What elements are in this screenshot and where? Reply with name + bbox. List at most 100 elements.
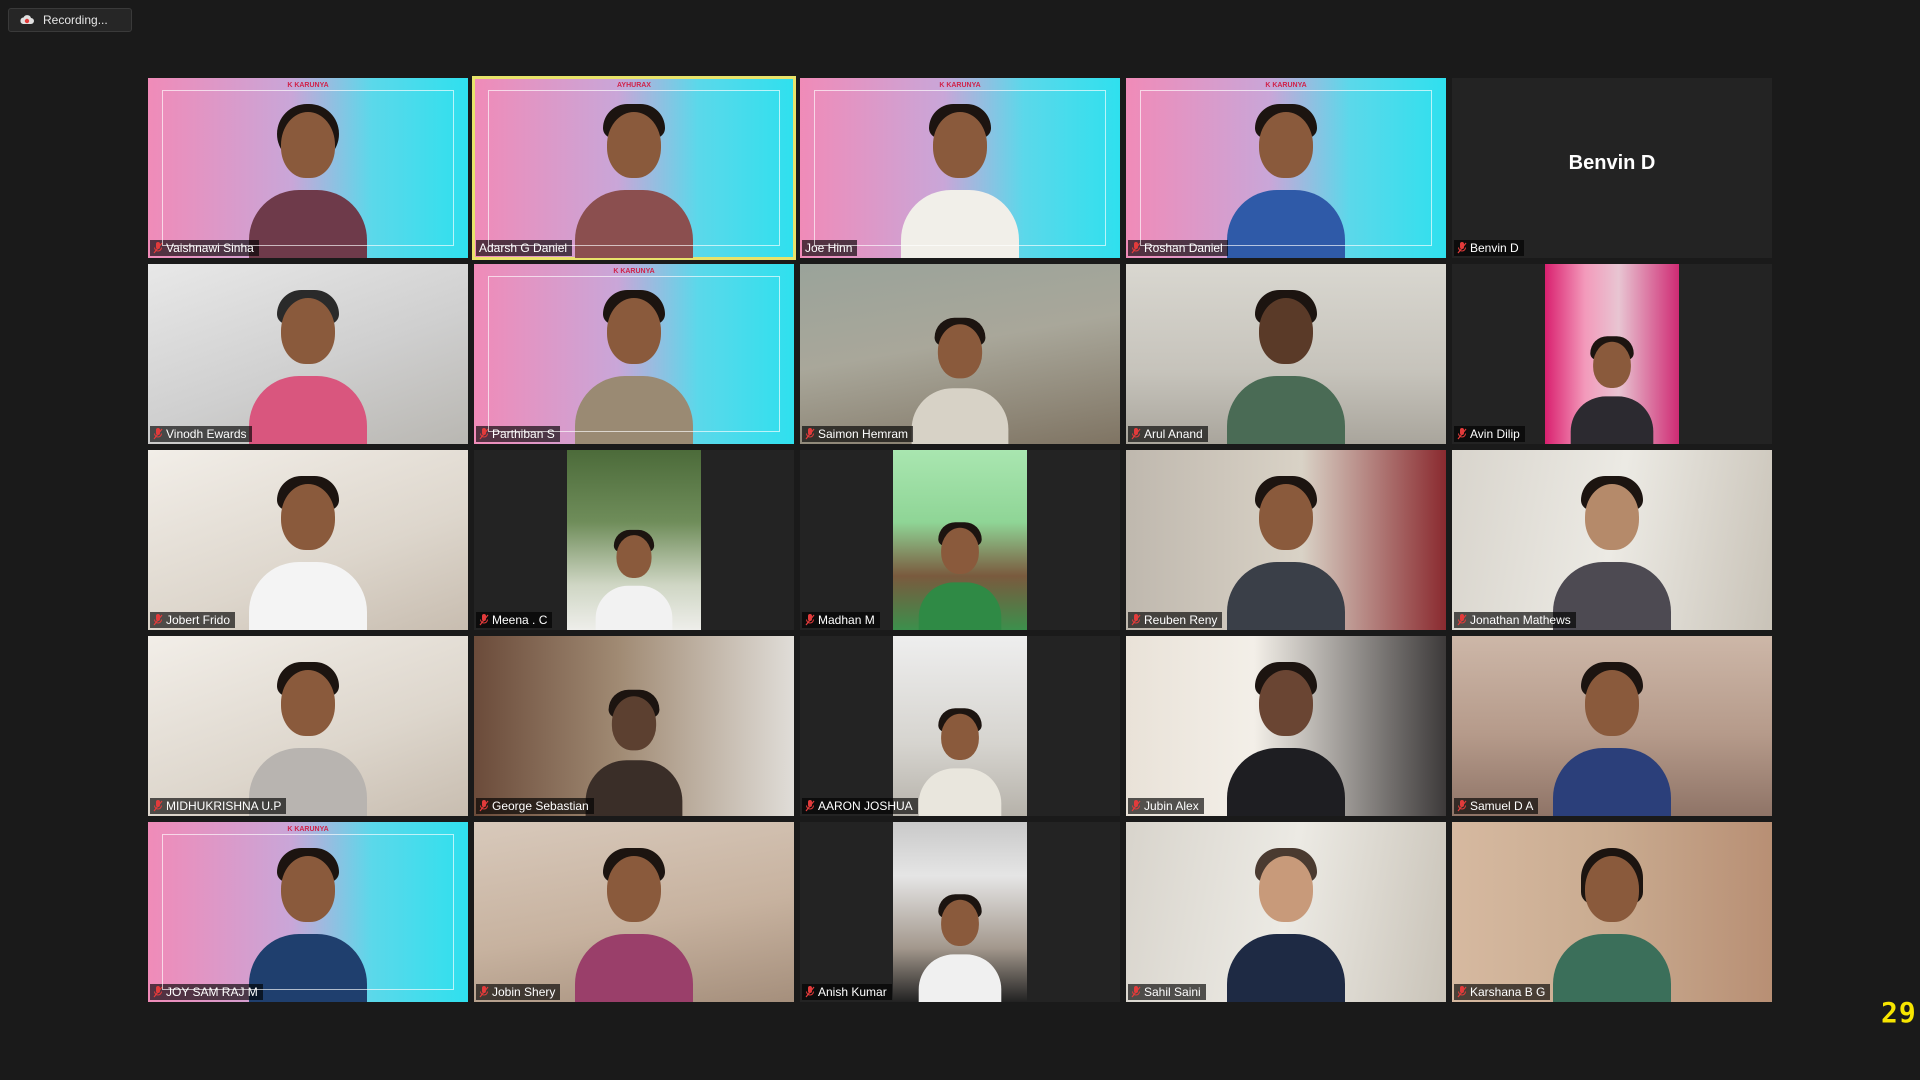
participant-video: [249, 102, 367, 258]
participant-video: [1553, 660, 1671, 816]
participant-video: [1227, 474, 1345, 630]
video-tile-midhukrishna-up[interactable]: MIDHUKRISHNA U.P: [148, 636, 468, 816]
muted-mic-icon: [1457, 242, 1467, 254]
video-tile-parthiban-s[interactable]: K KARUNYA Parthiban S: [474, 264, 794, 444]
video-tile-arul-anand[interactable]: Arul Anand: [1126, 264, 1446, 444]
participant-video: [1227, 288, 1345, 444]
muted-mic-icon: [1457, 428, 1467, 440]
muted-mic-icon: [1457, 800, 1467, 812]
video-tile-george-sebastian[interactable]: George Sebastian: [474, 636, 794, 816]
muted-mic-icon: [1457, 614, 1467, 626]
video-tile-jubin-alex[interactable]: Jubin Alex: [1126, 636, 1446, 816]
participant-name-label: Madhan M: [802, 612, 880, 628]
muted-mic-icon: [1131, 614, 1141, 626]
participant-name-label: Jonathan Mathews: [1454, 612, 1576, 628]
participant-name-label: Anish Kumar: [802, 984, 892, 1000]
muted-mic-icon: [805, 800, 815, 812]
video-tile-jobert-frido[interactable]: Jobert Frido: [148, 450, 468, 630]
muted-mic-icon: [479, 428, 489, 440]
participant-name-label: Jobin Shery: [476, 984, 561, 1000]
frame-counter: 29: [1881, 996, 1917, 1029]
participant-name-label: Jobert Frido: [150, 612, 236, 628]
video-tile-sahil-saini[interactable]: Sahil Saini: [1126, 822, 1446, 1002]
video-tile-saimon-hemram[interactable]: Saimon Hemram: [800, 264, 1120, 444]
video-tile-reuben-reny[interactable]: Reuben Reny: [1126, 450, 1446, 630]
participant-name-label: Joe Hinn: [802, 240, 858, 256]
muted-mic-icon: [153, 614, 163, 626]
participant-name-label: Samuel D A: [1454, 798, 1539, 814]
participant-video: [249, 474, 367, 630]
video-tile-meena-c[interactable]: Meena . C: [474, 450, 794, 630]
muted-mic-icon: [479, 800, 489, 812]
video-tile-vinodh-ewards[interactable]: Vinodh Ewards: [148, 264, 468, 444]
muted-mic-icon: [153, 428, 163, 440]
participant-video: [1227, 846, 1345, 1002]
video-off-display-name: Benvin D: [1568, 152, 1656, 174]
video-tile-karshana-b-g[interactable]: Karshana B G: [1452, 822, 1772, 1002]
muted-mic-icon: [153, 242, 163, 254]
video-tile-roshan-daniel[interactable]: K KARUNYA Roshan Daniel: [1126, 78, 1446, 258]
participant-name-label: Vaishnawi Sinha: [150, 240, 259, 256]
participant-video: [1553, 846, 1671, 1002]
video-tile-aaron-joshua[interactable]: AARON JOSHUA: [800, 636, 1120, 816]
muted-mic-icon: [805, 614, 815, 626]
participant-video: [575, 846, 693, 1002]
video-tile-madhan-m[interactable]: Madhan M: [800, 450, 1120, 630]
karunya-logo: K KARUNYA: [939, 82, 981, 89]
video-tile-adarsh-g-daniel[interactable]: AYHURAX Adarsh G Daniel: [472, 76, 796, 260]
muted-mic-icon: [153, 800, 163, 812]
participant-name-label: Reuben Reny: [1128, 612, 1223, 628]
recording-label: Recording...: [43, 13, 108, 27]
participant-video: [249, 288, 367, 444]
participant-video: [567, 450, 701, 630]
participant-name-label: Benvin D: [1454, 240, 1524, 256]
muted-mic-icon: [153, 986, 163, 998]
participant-name-label: Adarsh G Daniel: [476, 240, 573, 256]
muted-mic-icon: [1457, 986, 1467, 998]
participant-name-label: Arul Anand: [1128, 426, 1208, 442]
muted-mic-icon: [1131, 428, 1141, 440]
participant-name-label: AARON JOSHUA: [802, 798, 918, 814]
muted-mic-icon: [805, 986, 815, 998]
participant-video: [249, 660, 367, 816]
participant-name-label: Vinodh Ewards: [150, 426, 252, 442]
video-tile-jonathan-mathews[interactable]: Jonathan Mathews: [1452, 450, 1772, 630]
participant-video: [893, 822, 1027, 1002]
participant-name-label: JOY SAM RAJ M: [150, 984, 263, 1000]
video-tile-joe-hinn[interactable]: K KARUNYA Joe Hinn: [800, 78, 1120, 258]
participant-name-label: Karshana B G: [1454, 984, 1551, 1000]
recording-indicator[interactable]: Recording...: [8, 8, 132, 32]
video-tile-anish-kumar[interactable]: Anish Kumar: [800, 822, 1120, 1002]
gallery-view: K KARUNYA Vaishnawi Sinha AYHURAX Adarsh…: [148, 76, 1772, 1002]
participant-name-label: MIDHUKRISHNA U.P: [150, 798, 287, 814]
karunya-logo: K KARUNYA: [287, 826, 329, 833]
video-tile-avin-dilip[interactable]: Avin Dilip: [1452, 264, 1772, 444]
video-tile-samuel-d-a[interactable]: Samuel D A: [1452, 636, 1772, 816]
cloud-recording-icon: [20, 15, 34, 24]
muted-mic-icon: [1131, 242, 1141, 254]
participant-video: [249, 846, 367, 1002]
muted-mic-icon: [1131, 986, 1141, 998]
participant-video: [585, 688, 683, 816]
participant-name-label: George Sebastian: [476, 798, 594, 814]
participant-video: [911, 316, 1009, 444]
participant-video: [1227, 102, 1345, 258]
participant-video: [1227, 660, 1345, 816]
participant-video: [575, 288, 693, 444]
participant-video: [901, 102, 1019, 258]
muted-mic-icon: [1131, 800, 1141, 812]
participant-name-label: Jubin Alex: [1128, 798, 1204, 814]
participant-video: [893, 450, 1027, 630]
muted-mic-icon: [805, 428, 815, 440]
video-tile-jobin-shery[interactable]: Jobin Shery: [474, 822, 794, 1002]
participant-video: [1545, 264, 1679, 444]
video-tile-vaishnawi-sinha[interactable]: K KARUNYA Vaishnawi Sinha: [148, 78, 468, 258]
participant-name-label: Saimon Hemram: [802, 426, 914, 442]
muted-mic-icon: [479, 614, 489, 626]
video-tile-joy-sam-raj-m[interactable]: K KARUNYA JOY SAM RAJ M: [148, 822, 468, 1002]
participant-name-label: Sahil Saini: [1128, 984, 1206, 1000]
participant-video: [575, 102, 693, 258]
brand-logo: AYHURAX: [617, 82, 651, 89]
video-tile-benvin-d[interactable]: Benvin D Benvin D: [1452, 78, 1772, 258]
participant-name-label: Roshan Daniel: [1128, 240, 1228, 256]
